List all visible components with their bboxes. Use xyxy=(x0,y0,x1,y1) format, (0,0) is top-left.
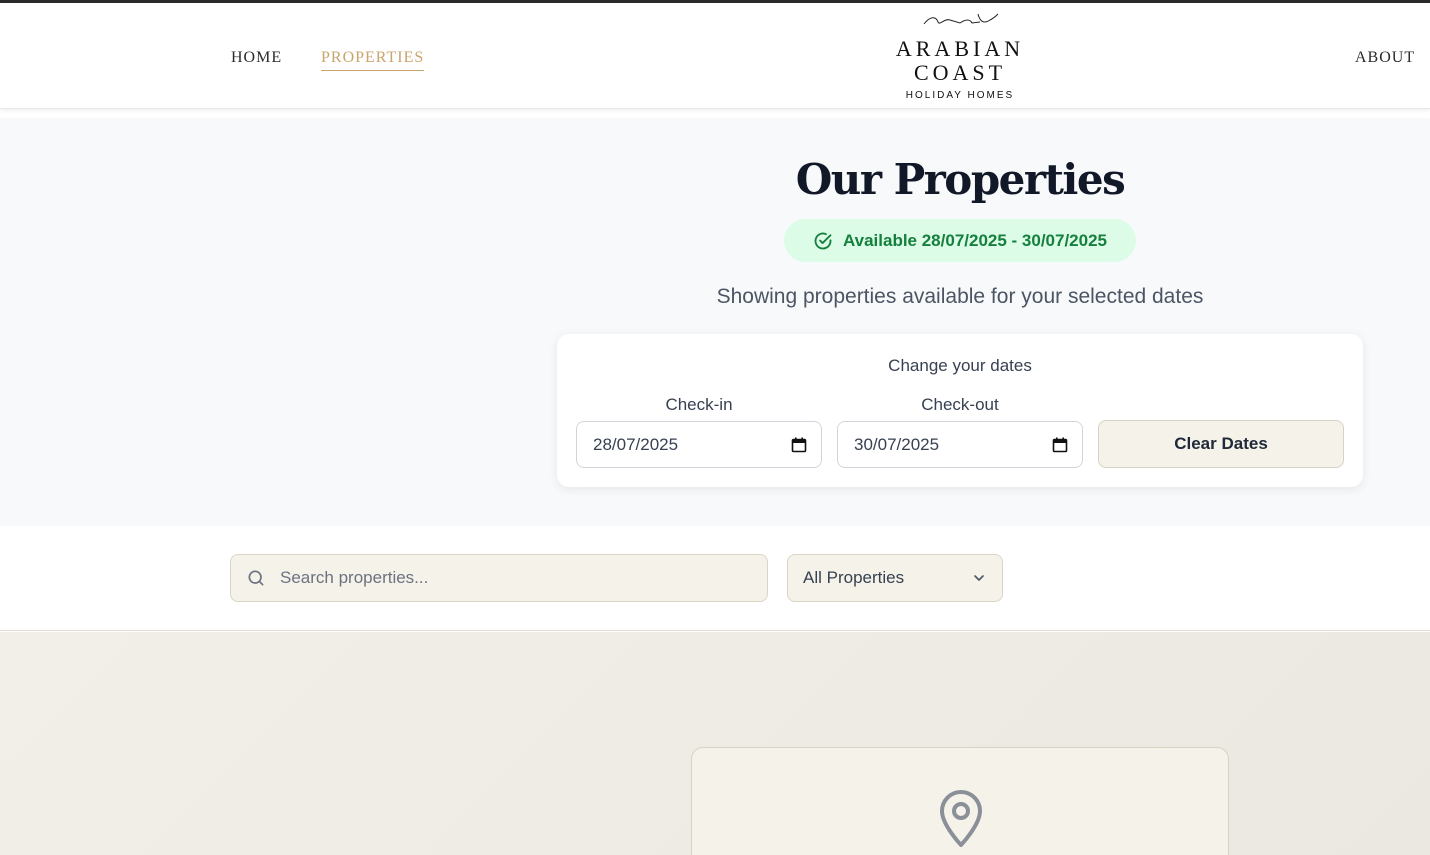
logo-script-mark xyxy=(923,13,999,25)
checkout-label: Check-out xyxy=(921,395,999,414)
map-pin-icon xyxy=(940,790,982,847)
logo-text-arabian: ARABIAN xyxy=(895,36,1025,61)
checkin-date-input[interactable]: 28/07/2025 xyxy=(576,421,822,468)
page-title: Our Properties xyxy=(795,155,1126,204)
logo-text-holiday-homes: HOLIDAY HOMES xyxy=(905,90,1015,101)
site-logo[interactable]: ARABIAN COAST HOLIDAY HOMES xyxy=(880,8,1040,106)
logo-text-coast: COAST xyxy=(913,60,1007,85)
search-icon xyxy=(248,570,264,586)
availability-badge: Available 28/07/2025 - 30/07/2025 xyxy=(784,219,1136,262)
calendar-icon[interactable] xyxy=(1052,437,1068,453)
checkin-date-value: 28/07/2025 xyxy=(593,434,679,454)
checkout-date-input[interactable]: 30/07/2025 xyxy=(837,421,1083,468)
results-section xyxy=(0,632,1430,855)
calendar-icon[interactable] xyxy=(791,437,807,453)
results-placeholder-card xyxy=(691,747,1229,855)
search-input[interactable] xyxy=(280,568,740,588)
search-field[interactable] xyxy=(230,554,768,602)
checkout-date-value: 30/07/2025 xyxy=(854,434,940,454)
filter-bar: All Properties xyxy=(0,526,1430,631)
checkin-label: Check-in xyxy=(665,395,733,414)
property-type-value: All Properties xyxy=(803,568,905,587)
change-dates-card: Change your dates Check-in Check-out 28/… xyxy=(557,334,1363,487)
chevron-down-icon xyxy=(974,575,984,581)
nav-link-home[interactable]: HOME xyxy=(231,49,282,67)
site-header: HOME PROPERTIES ARABIAN COAST HOLIDAY HO… xyxy=(0,3,1430,109)
nav-link-about[interactable]: ABOUT xyxy=(1355,49,1415,67)
nav-link-properties[interactable]: PROPERTIES xyxy=(321,49,425,71)
property-type-select[interactable]: All Properties xyxy=(787,554,1003,602)
change-dates-title: Change your dates xyxy=(888,356,1032,375)
clear-dates-button[interactable]: Clear Dates xyxy=(1098,420,1344,468)
availability-text: Available 28/07/2025 - 30/07/2025 xyxy=(842,230,1107,250)
page-subtitle: Showing properties available for your se… xyxy=(716,285,1204,308)
check-circle-icon xyxy=(814,232,832,249)
